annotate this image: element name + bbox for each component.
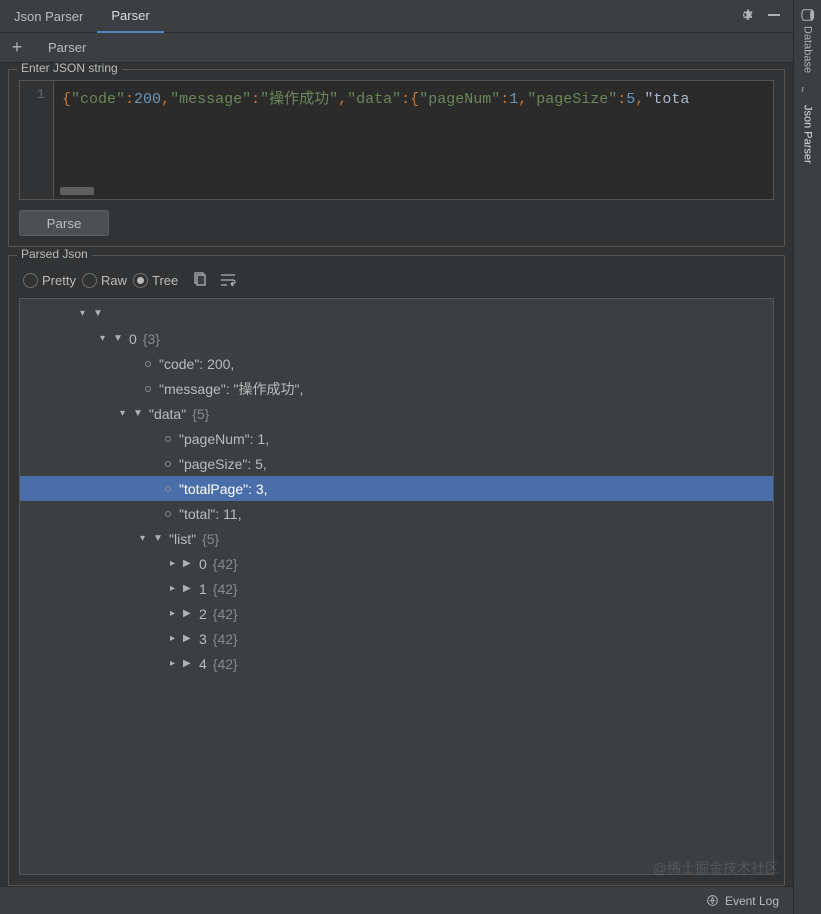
- tree-row[interactable]: ▾▼0{3}: [20, 326, 773, 351]
- tree-row[interactable]: ▾▼"data"{5}: [20, 401, 773, 426]
- event-log-icon[interactable]: [706, 894, 719, 907]
- radio-raw[interactable]: Raw: [82, 273, 127, 288]
- radio-tree[interactable]: Tree: [133, 273, 178, 288]
- parsed-label: Parsed Json: [17, 247, 92, 261]
- tab-json-parser[interactable]: Json Parser: [0, 0, 97, 33]
- tree-row[interactable]: "total": 11,: [20, 501, 773, 526]
- minimize-icon[interactable]: [767, 8, 781, 25]
- sidebar-json-parser[interactable]: { } Json Parser: [801, 87, 815, 164]
- tree-row[interactable]: "pageNum": 1,: [20, 426, 773, 451]
- svg-text:{ }: { }: [801, 87, 805, 93]
- tree-row[interactable]: ▾▼: [20, 301, 773, 326]
- tree-row[interactable]: ▸▶4{42}: [20, 651, 773, 676]
- tree-row[interactable]: "totalPage": 3,: [20, 476, 773, 501]
- input-label: Enter JSON string: [17, 63, 122, 75]
- tree-row[interactable]: ▸▶1{42}: [20, 576, 773, 601]
- wrap-icon[interactable]: [220, 272, 238, 288]
- parsed-fieldset: Parsed Json Pretty Raw Tree ▾▼▾▼0{3}"cod…: [8, 255, 785, 886]
- editor-hscroll[interactable]: [60, 187, 94, 195]
- subbar: + Parser: [0, 33, 793, 63]
- editor-textarea[interactable]: {"code":200,"message":"操作成功","data":{"pa…: [54, 81, 773, 199]
- add-tab-button[interactable]: +: [0, 37, 34, 58]
- tree-row[interactable]: "code": 200,: [20, 351, 773, 376]
- input-fieldset: Enter JSON string 1 {"code":200,"message…: [8, 69, 785, 247]
- editor-gutter: 1: [20, 81, 54, 199]
- parse-button[interactable]: Parse: [19, 210, 109, 236]
- event-log-label[interactable]: Event Log: [725, 894, 779, 908]
- statusbar: Event Log: [0, 886, 793, 914]
- json-editor[interactable]: 1 {"code":200,"message":"操作成功","data":{"…: [19, 80, 774, 200]
- topbar: Json Parser Parser: [0, 0, 793, 33]
- tab-parser[interactable]: Parser: [97, 0, 163, 33]
- tree-row[interactable]: ▸▶2{42}: [20, 601, 773, 626]
- tree-row[interactable]: "pageSize": 5,: [20, 451, 773, 476]
- gear-icon[interactable]: [737, 7, 753, 26]
- view-controls: Pretty Raw Tree: [19, 266, 774, 298]
- tree-row[interactable]: ▸▶3{42}: [20, 626, 773, 651]
- radio-pretty[interactable]: Pretty: [23, 273, 76, 288]
- copy-icon[interactable]: [192, 272, 208, 288]
- subtab-parser[interactable]: Parser: [34, 33, 100, 63]
- tree-row[interactable]: ▾▼"list"{5}: [20, 526, 773, 551]
- tree-row[interactable]: "message": "操作成功",: [20, 376, 773, 401]
- json-tree[interactable]: ▾▼▾▼0{3}"code": 200,"message": "操作成功",▾▼…: [19, 298, 774, 875]
- sidebar-database[interactable]: Database: [801, 8, 815, 73]
- tree-row[interactable]: ▸▶0{42}: [20, 551, 773, 576]
- right-sidebar: Database { } Json Parser: [793, 0, 821, 914]
